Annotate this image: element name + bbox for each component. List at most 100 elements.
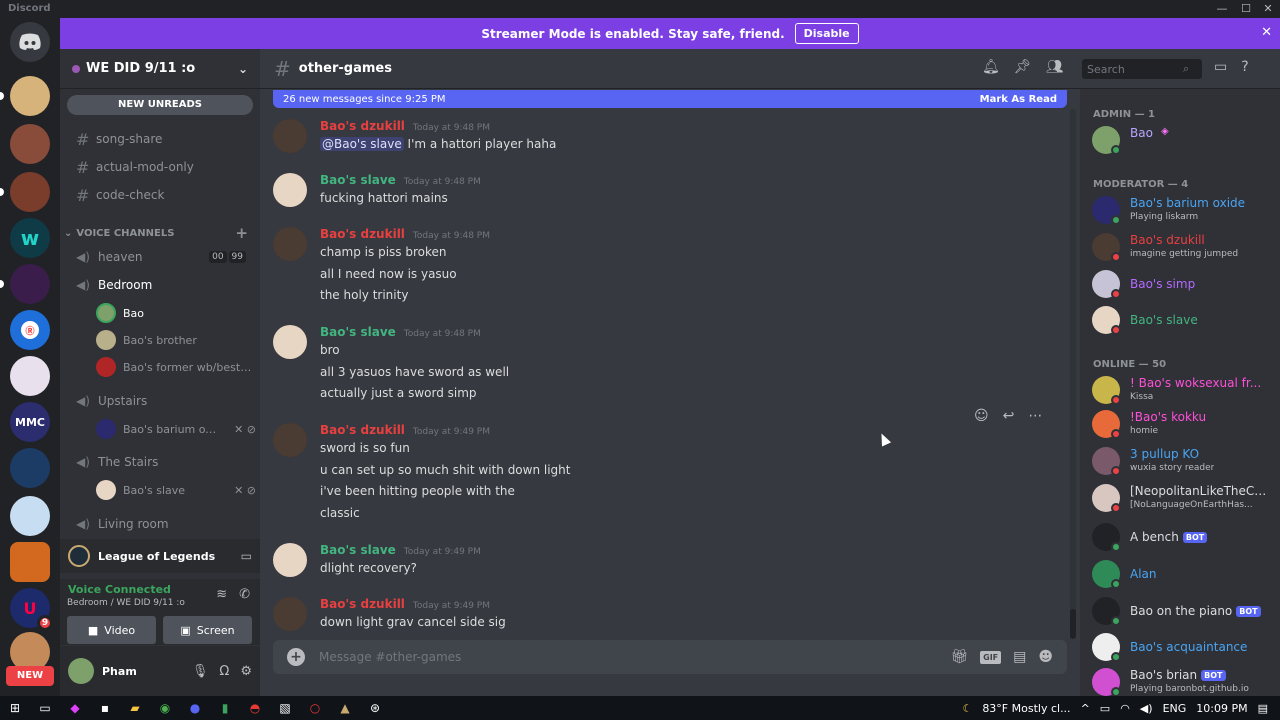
new-unreads-pill[interactable]: NEW [6,666,54,686]
discord-taskbar-icon[interactable]: ● [180,696,210,720]
member-item[interactable]: Bao's slave [1092,303,1272,337]
chrome-icon[interactable]: ◉ [150,696,180,720]
more-icon[interactable]: ⋯ [1028,408,1042,424]
server-icon-4[interactable]: w [10,218,50,258]
avatar[interactable] [273,325,307,359]
avatar[interactable] [273,119,307,153]
weather-text[interactable]: 83°F Mostly cl... [982,702,1070,715]
chat-scrollbar[interactable] [1070,109,1076,639]
disable-streamer-button[interactable]: Disable [794,23,859,44]
inbox-icon[interactable]: ▭ [1214,59,1227,75]
voice-user[interactable]: Bao's brother [96,328,256,352]
sticker-icon[interactable]: ▤ [1013,649,1026,665]
voice-user[interactable]: Bao's slave ✕ ⊘ [96,478,256,502]
voice-channel-bedroom[interactable]: ◀) Bedroom [68,273,252,297]
disconnect-icon[interactable]: ✆ [239,587,250,602]
message-author[interactable]: Bao's dzukill [320,423,405,437]
help-icon[interactable]: ? [1241,59,1248,75]
members-icon[interactable]: 👥︎ [1046,59,1064,75]
server-icon-2[interactable] [10,124,50,164]
message-input[interactable] [319,650,919,664]
scroll-thumb[interactable] [1070,609,1076,639]
app-icon[interactable]: ◆ [60,696,90,720]
wifi-icon[interactable]: ◠ [1120,702,1130,715]
language-indicator[interactable]: ENG [1163,702,1187,715]
screen-share-button[interactable]: ▣ Screen [163,616,252,644]
member-item[interactable]: 3 pullup KO wuxia story reader [1092,444,1272,478]
avatar[interactable] [273,227,307,261]
message-author[interactable]: Bao's slave [320,325,396,339]
close-banner-icon[interactable]: ✕ [1261,25,1272,40]
microphone-icon[interactable]: 🎙︎ [192,664,209,679]
server-icon-10[interactable] [10,496,50,536]
avatar[interactable] [68,658,94,684]
member-item[interactable]: [NeopolitanLikeTheCh... [NoLanguageOnEar… [1092,481,1272,515]
voice-user[interactable]: Bao [96,301,256,325]
search-input[interactable] [1087,62,1183,76]
member-item[interactable]: ! Bao's woksexual fr... Kissa [1092,373,1272,407]
bell-icon[interactable]: 🔔︎ [982,59,1000,75]
voice-category[interactable]: ⌄ VOICE CHANNELS + [64,224,256,242]
voice-user[interactable]: Bao's former wb/best fri... [96,355,256,379]
tray-chevron-icon[interactable]: ^ [1081,702,1090,715]
app-icon[interactable]: ▪ [90,696,120,720]
avatar[interactable] [273,543,307,577]
add-reaction-icon[interactable]: ☺ [974,408,989,424]
voice-channel-upstairs[interactable]: ◀) Upstairs [68,389,252,413]
go-live-icon[interactable]: ▭ [241,549,252,563]
channel-code-check[interactable]: # code-check [68,183,252,207]
server-icon-5[interactable] [10,264,50,304]
member-item[interactable]: Bao's simp [1092,267,1272,301]
avatar[interactable] [273,597,307,631]
search-box[interactable]: ⌕ [1082,59,1202,79]
clock[interactable]: 10:09 PM [1196,702,1247,715]
member-item[interactable]: Bao's brian BOT Playing baronbot.github.i… [1092,665,1272,696]
server-icon-12[interactable]: U9 [10,588,53,631]
notifications-icon[interactable]: ▤ [1258,702,1268,715]
message-author[interactable]: Bao's dzukill [320,119,405,133]
voice-channel-living-room[interactable]: ◀) Living room [68,512,252,536]
member-item[interactable]: Bao's dzukill imagine getting jumped [1092,230,1272,264]
message-author[interactable]: Bao's dzukill [320,597,405,611]
server-icon-11[interactable] [10,542,50,582]
member-item[interactable]: !Bao's kokku homie [1092,407,1272,441]
new-messages-bar[interactable]: 26 new messages since 9:25 PM Mark As Re… [273,90,1067,108]
voice-location[interactable]: Bedroom / WE DID 9/11 :o [67,598,185,608]
app-icon[interactable]: ▧ [270,696,300,720]
app-icon[interactable]: ⊛ [360,696,390,720]
voice-user[interactable]: Bao's barium oxi... ✕ ⊘ [96,417,256,441]
minimize-icon[interactable]: — [1210,0,1234,18]
user-mention[interactable]: @Bao's slave [320,137,404,151]
maximize-icon[interactable]: ☐ [1234,0,1258,18]
server-icon-7[interactable] [10,356,50,396]
close-window-icon[interactable]: ✕ [1256,0,1280,18]
message-author[interactable]: Bao's dzukill [320,227,405,241]
member-item[interactable]: Alan [1092,557,1272,591]
pin-icon[interactable]: 📌︎ [1014,59,1032,75]
opera-icon[interactable]: ○ [300,696,330,720]
upload-plus-icon[interactable]: + [287,648,305,666]
member-item[interactable]: Bao on the piano BOT [1092,594,1272,628]
app-icon[interactable]: ◓ [240,696,270,720]
member-item[interactable]: Bao's barium oxide Playing liskarm [1092,193,1272,227]
gif-icon[interactable]: GIF [980,650,1002,664]
mark-as-read-button[interactable]: Mark As Read [980,94,1057,105]
video-button[interactable]: ■ Video [67,616,156,644]
channel-actual-mod-only[interactable]: # actual-mod-only [68,155,252,179]
league-icon[interactable]: ▲ [330,696,360,720]
member-item[interactable]: Bao ◈ [1092,123,1272,157]
network-icon[interactable]: ▭ [1100,702,1110,715]
member-item[interactable]: Bao's acquaintance [1092,630,1272,664]
server-header[interactable]: WE DID 9/11 :o ⌄ [60,49,260,89]
app-icon[interactable]: ▮ [210,696,240,720]
volume-icon[interactable]: ◀) [1140,702,1153,715]
gear-icon[interactable]: ⚙ [240,664,252,679]
server-icon-6[interactable]: Ⓡ [10,310,50,350]
message-author[interactable]: Bao's slave [320,173,396,187]
file-explorer-icon[interactable]: ▰ [120,696,150,720]
home-discord-icon[interactable] [10,22,50,62]
add-channel-icon[interactable]: + [235,224,248,242]
reply-icon[interactable]: ↩ [1003,408,1015,424]
server-icon-1[interactable] [10,76,50,116]
voice-channel-the-stairs[interactable]: ◀) The Stairs [68,450,252,474]
